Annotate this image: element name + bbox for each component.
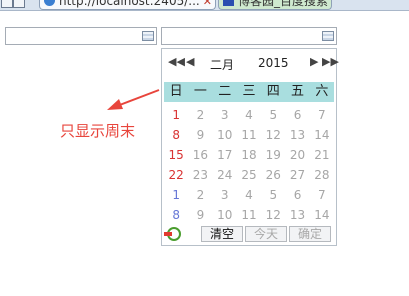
day-cell-disabled: 3 xyxy=(220,108,229,122)
day-cell-disabled: 7 xyxy=(318,108,326,122)
today-button: 今天 xyxy=(245,226,287,242)
day-cell-disabled: 10 xyxy=(217,128,233,142)
next-month-icon[interactable]: ▶ xyxy=(310,55,318,68)
day-cell-disabled: 2 xyxy=(196,188,205,202)
day-cell-disabled: 11 xyxy=(241,208,257,222)
weekday-label: 日 xyxy=(169,84,183,99)
month-label[interactable]: 二月 xyxy=(210,56,234,73)
day-cell-disabled: 20 xyxy=(289,148,306,162)
day-cell-disabled: 12 xyxy=(265,208,281,222)
week-row: 1 2 3 4 5 6 7 xyxy=(164,105,334,125)
day-cell-disabled: 19 xyxy=(265,148,281,162)
calendar-icon[interactable] xyxy=(142,31,154,41)
day-cell-disabled: 13 xyxy=(289,128,306,142)
prev-month-icon[interactable]: ◀ xyxy=(186,55,194,68)
prev-year-icon[interactable]: ◀◀ xyxy=(168,55,185,68)
annotation-note: 只显示周末 xyxy=(60,122,136,140)
next-year-icon[interactable]: ▶▶ xyxy=(322,55,339,68)
day-cell-disabled: 21 xyxy=(314,148,330,162)
window-grid-icon[interactable] xyxy=(13,0,25,8)
day-cell-disabled: 5 xyxy=(269,188,278,202)
weekday-label: 三 xyxy=(242,84,256,99)
day-cell-disabled: 26 xyxy=(265,168,281,182)
weekday-label: 一 xyxy=(193,84,207,99)
day-grid: 1 2 3 4 5 6 7 8 9 10 11 12 13 14 15 16 1… xyxy=(164,105,334,225)
tab-title: http://localhost:2405/... xyxy=(59,0,200,8)
ok-button: 确定 xyxy=(289,226,331,242)
day-cell-disabled: 28 xyxy=(314,168,330,182)
weekday-label: 五 xyxy=(291,84,305,99)
clear-button[interactable]: 清空 xyxy=(201,226,243,242)
day-cell-disabled: 10 xyxy=(217,208,233,222)
day-cell-disabled: 13 xyxy=(289,208,306,222)
weekday-label: 二 xyxy=(218,84,232,99)
browser-tab-strip: http://localhost:2405/... ✕ 博客园_百度搜索 xyxy=(0,0,409,11)
day-cell-enabled[interactable]: 8 xyxy=(164,125,188,145)
week-row: 22 23 24 25 26 27 28 xyxy=(164,165,334,185)
day-cell-enabled[interactable]: 1 xyxy=(164,185,188,205)
annotation-arrow-icon xyxy=(107,89,160,110)
day-cell-disabled: 18 xyxy=(241,148,257,162)
day-cell-disabled: 23 xyxy=(192,168,209,182)
day-cell-disabled: 24 xyxy=(217,168,233,182)
day-cell-disabled: 2 xyxy=(196,108,205,122)
date-picker-popup: ◀◀ ◀ 二月 2015 ▶ ▶▶ 日 一 二 三 四 五 六 1 2 3 4 … xyxy=(161,48,339,246)
week-row: 8 9 10 11 12 13 14 xyxy=(164,205,334,225)
weekday-label: 四 xyxy=(266,84,280,99)
day-cell-disabled: 9 xyxy=(196,128,205,142)
date-input-1[interactable] xyxy=(5,27,157,45)
day-cell-disabled: 6 xyxy=(293,108,302,122)
tab-baidu-search[interactable]: 博客园_百度搜索 xyxy=(218,0,332,10)
day-cell-disabled: 3 xyxy=(220,188,229,202)
close-icon[interactable]: ✕ xyxy=(203,0,212,9)
day-cell-disabled: 14 xyxy=(314,128,330,142)
day-cell-disabled: 4 xyxy=(245,108,253,122)
day-cell-disabled: 6 xyxy=(293,188,302,202)
weekday-header: 日 一 二 三 四 五 六 xyxy=(164,82,334,102)
year-label[interactable]: 2015 xyxy=(258,56,289,70)
week-row: 1 2 3 4 5 6 7 xyxy=(164,185,334,205)
ie-favicon-icon xyxy=(44,0,55,6)
calendar-icon[interactable] xyxy=(322,31,334,41)
day-cell-disabled: 9 xyxy=(196,208,205,222)
day-cell-disabled: 25 xyxy=(241,168,257,182)
day-cell-disabled: 14 xyxy=(314,208,330,222)
tab-localhost[interactable]: http://localhost:2405/... ✕ xyxy=(39,0,216,10)
picker-footer: 清空 今天 确定 xyxy=(164,225,334,243)
weekday-label: 六 xyxy=(315,84,329,99)
day-cell-enabled[interactable]: 15 xyxy=(164,145,188,165)
day-cell-disabled: 7 xyxy=(318,188,326,202)
tab-title: 博客园_百度搜索 xyxy=(238,0,329,8)
today-icon[interactable] xyxy=(164,227,181,241)
day-cell-disabled: 4 xyxy=(245,188,253,202)
baidu-favicon-icon xyxy=(223,0,234,6)
week-row: 8 9 10 11 12 13 14 xyxy=(164,125,334,145)
window-grid-icon[interactable] xyxy=(1,0,13,8)
day-cell-disabled: 11 xyxy=(241,128,257,142)
day-cell-enabled[interactable]: 22 xyxy=(164,165,188,185)
day-cell-enabled[interactable]: 1 xyxy=(164,105,188,125)
date-input-2[interactable] xyxy=(161,27,337,45)
month-nav: ◀◀ ◀ 二月 2015 ▶ ▶▶ xyxy=(162,49,339,79)
day-cell-disabled: 16 xyxy=(192,148,209,162)
day-cell-disabled: 17 xyxy=(217,148,233,162)
day-cell-enabled[interactable]: 8 xyxy=(164,205,188,225)
day-cell-disabled: 5 xyxy=(269,108,278,122)
week-row: 15 16 17 18 19 20 21 xyxy=(164,145,334,165)
day-cell-disabled: 12 xyxy=(265,128,281,142)
day-cell-disabled: 27 xyxy=(289,168,306,182)
